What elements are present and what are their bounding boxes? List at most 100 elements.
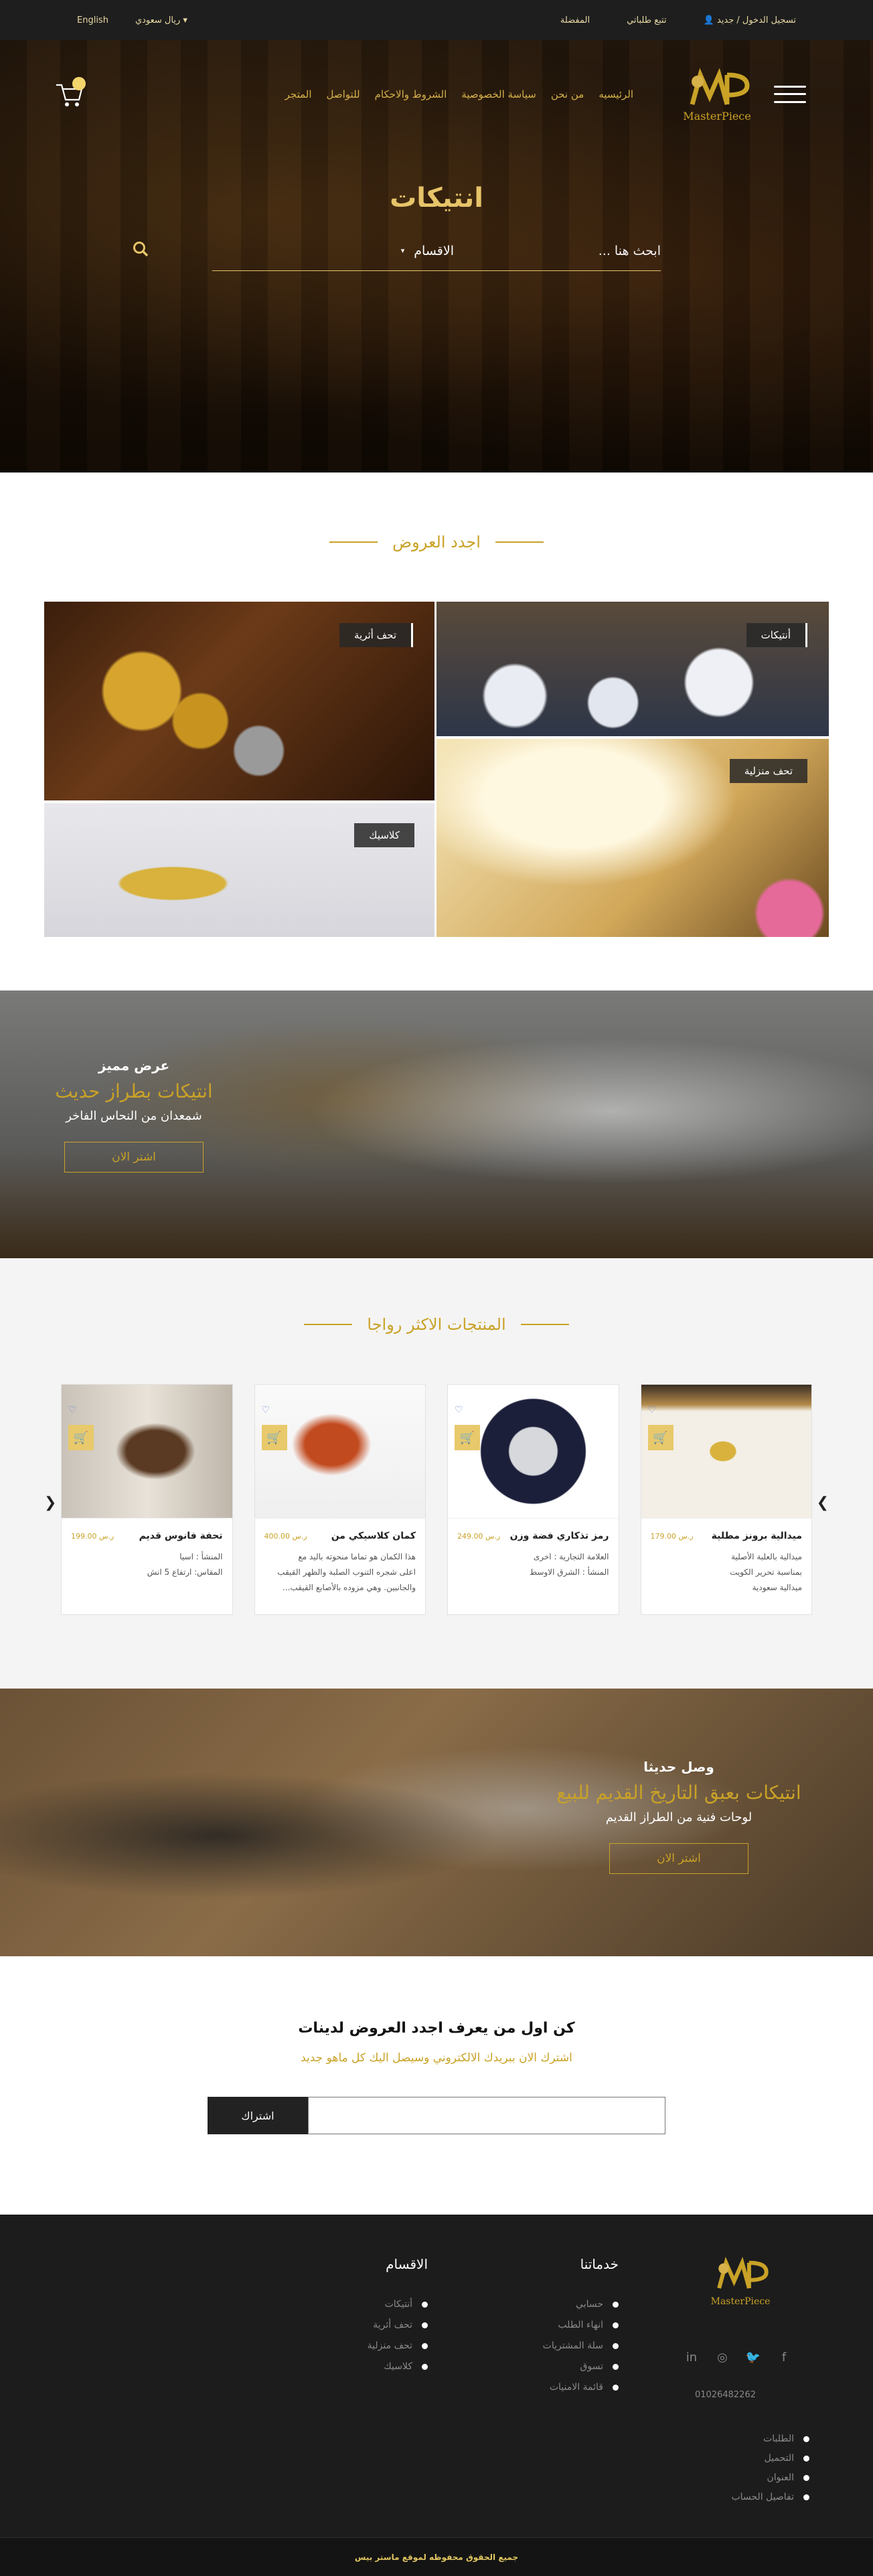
offer-tile-label: أنتيكات: [746, 623, 807, 647]
footer-link[interactable]: أنتيكات: [281, 2299, 428, 2310]
footer-link[interactable]: كلاسيك: [281, 2361, 428, 2372]
currency-select[interactable]: ريال سعودي ▾: [135, 15, 187, 25]
footer-link[interactable]: تسوق: [471, 2361, 619, 2372]
banner-title: انتيكات بعبق التاريخ القديم للبيع: [556, 1782, 801, 1804]
categories-column: الاقسام أنتيكات تحف أثرية تحف منزلية كلا…: [281, 2256, 428, 2382]
product-desc-line: هذا الكمان هو تماما منحوته باليد مع: [298, 1552, 416, 1561]
footer-phone[interactable]: 01026482262: [695, 2390, 756, 2400]
product-image[interactable]: ♡ 🛒: [254, 1385, 425, 1519]
menu-item-about[interactable]: من نحن: [551, 88, 584, 100]
logo-mark-icon: [690, 68, 750, 105]
footer-link[interactable]: انهاء الطلب: [471, 2320, 619, 2330]
add-to-cart-button[interactable]: 🛒: [68, 1425, 94, 1450]
footer-link[interactable]: التحميل: [731, 2453, 809, 2464]
heart-icon[interactable]: ♡: [648, 1405, 657, 1415]
social-links: in ◎ 🐦 f: [683, 2348, 793, 2366]
add-to-cart-button[interactable]: 🛒: [455, 1425, 480, 1450]
product-desc-line: ميدالية سعودية: [752, 1582, 802, 1592]
newsletter-subtext: اشترك الان ببريدك الالكتروني وسيصل اليك …: [301, 2051, 572, 2065]
menu-item-terms[interactable]: الشروط والاحكام: [375, 88, 447, 100]
product-name[interactable]: كمان كلاسيكي من: [331, 1531, 416, 1541]
add-to-cart-button[interactable]: 🛒: [261, 1425, 287, 1450]
product-card[interactable]: ♡ 🛒 ميدالية برونز مطلية ر.س 179.00 ميدالي…: [640, 1384, 812, 1615]
featured-banner: عرض مميز انتيكات بطراز حديث شمعدان من ال…: [0, 991, 873, 1258]
footer-link[interactable]: تحف منزلية: [281, 2340, 428, 2351]
offers-section: اجدد العروض تحف أثرية كلاسيك أنتيكات تحف…: [0, 473, 873, 991]
offer-tile-home-decor[interactable]: تحف منزلية: [436, 739, 829, 937]
search-icon[interactable]: [132, 240, 149, 261]
subscribe-button[interactable]: اشتراك: [208, 2097, 308, 2134]
top-bar: English ريال سعودي ▾ المفضلة تتبع طلباتي…: [0, 0, 873, 40]
email-field[interactable]: [308, 2097, 665, 2134]
add-to-cart-button[interactable]: 🛒: [647, 1425, 673, 1450]
menu-item-store[interactable]: المتجر: [285, 88, 312, 100]
instagram-icon[interactable]: ◎: [714, 2348, 731, 2366]
footer-link[interactable]: تفاصيل الحساب: [731, 2492, 809, 2502]
buy-now-button[interactable]: اشتر الان: [64, 1142, 204, 1173]
product-name[interactable]: ميدالية برونز مطلية: [712, 1531, 802, 1541]
heart-icon[interactable]: ♡: [455, 1405, 463, 1415]
chevron-left-icon[interactable]: ❮: [44, 1494, 56, 1511]
cart-button[interactable]: [54, 76, 86, 109]
offer-tile-antiques[interactable]: أنتيكات: [436, 602, 829, 736]
footer-link[interactable]: سلة المشتريات: [471, 2340, 619, 2351]
login-label: تسجيل الدخول / جديد: [716, 15, 796, 25]
twitter-icon[interactable]: 🐦: [744, 2348, 762, 2366]
brand-logo[interactable]: MasterPiece: [680, 66, 754, 122]
products-title-text: المنتجات الاكثر رواجا: [367, 1315, 506, 1334]
footer-link[interactable]: حسابي: [471, 2299, 619, 2310]
category-label: الاقسام: [414, 243, 454, 258]
product-image[interactable]: ♡ 🛒: [641, 1385, 811, 1519]
hero-section: MasterPiece الرئيسيه من نحن سياسة الخصوص…: [0, 40, 873, 473]
services-title: خدماتنا: [580, 2256, 619, 2272]
primary-menu: الرئيسيه من نحن سياسة الخصوصية الشروط وا…: [285, 88, 633, 100]
product-name[interactable]: رمز تذكاري فضة وزن: [510, 1531, 609, 1541]
hero-title: انتيكات: [390, 183, 483, 213]
product-price: ر.س 249.00: [457, 1532, 501, 1541]
offer-tile-classic[interactable]: كلاسيك: [44, 803, 434, 937]
banner-subtitle: لوحات فنية من الطراز القديم: [605, 1810, 752, 1824]
footer-link[interactable]: العنوان: [731, 2472, 809, 2483]
product-card[interactable]: ♡ 🛒 كمان كلاسيكي من ر.س 400.00 هذا الكمان…: [254, 1384, 426, 1615]
product-card[interactable]: ♡ 🛒 تحفة فانوس قديم ر.س 199.00 المنشأ : ا…: [61, 1384, 233, 1615]
product-card[interactable]: ♡ 🛒 رمز تذكاري فضة وزن ر.س 249.00 العلامة…: [447, 1384, 619, 1615]
favorites-link[interactable]: المفضلة: [560, 15, 590, 25]
language-switch[interactable]: English: [77, 15, 108, 25]
product-desc-line: ميدالية بالعلبة الأصلية: [731, 1552, 802, 1561]
banner-kicker: وصل حديثا: [643, 1759, 714, 1775]
menu-item-home[interactable]: الرئيسيه: [599, 88, 633, 100]
site-footer: MasterPiece in ◎ 🐦 f 01026482262 الطلبات…: [0, 2215, 873, 2576]
menu-icon[interactable]: [774, 82, 806, 106]
footer-link[interactable]: الطلبات: [731, 2433, 809, 2444]
currency-label: ريال سعودي: [135, 15, 181, 25]
chevron-right-icon[interactable]: ❯: [817, 1494, 829, 1511]
category-dropdown[interactable]: الاقسام ▾: [401, 244, 454, 258]
offer-tile-antique-artifacts[interactable]: تحف أثرية: [44, 602, 434, 800]
popular-products-section: المنتجات الاكثر رواجا ❮ ❯ ♡ 🛒 تحفة فانوس…: [0, 1258, 873, 1689]
cart-count-badge: [72, 76, 86, 90]
product-name[interactable]: تحفة فانوس قديم: [139, 1531, 223, 1541]
footer-logo[interactable]: MasterPiece: [708, 2255, 773, 2307]
track-orders-link[interactable]: تتبع طلباتي: [627, 15, 667, 25]
footer-link[interactable]: تحف أثرية: [281, 2320, 428, 2330]
linkedin-icon[interactable]: in: [683, 2348, 700, 2366]
product-desc-line: المنشأ : الشرق الاوسط: [530, 1567, 609, 1577]
buy-now-button[interactable]: اشتر الان: [609, 1843, 748, 1874]
new-arrivals-banner: وصل حديثا انتيكات بعبق التاريخ القديم لل…: [0, 1689, 873, 1956]
brand-name: MasterPiece: [683, 110, 751, 122]
login-link[interactable]: 👤 تسجيل الدخول / جديد: [704, 15, 796, 25]
heart-icon[interactable]: ♡: [262, 1405, 270, 1415]
menu-item-privacy[interactable]: سياسة الخصوصية: [461, 88, 536, 100]
offer-tile-label: تحف أثرية: [339, 623, 413, 647]
heart-icon[interactable]: ♡: [68, 1405, 77, 1415]
product-image[interactable]: ♡ 🛒: [62, 1385, 232, 1519]
services-column: خدماتنا حسابي انهاء الطلب سلة المشتريات …: [471, 2256, 619, 2403]
banner-kicker: عرض مميز: [98, 1057, 170, 1074]
product-image[interactable]: ♡ 🛒: [448, 1385, 619, 1519]
newsletter-heading: كن اول من يعرف اجدد العروض لدينات: [298, 2020, 575, 2037]
newsletter-section: كن اول من يعرف اجدد العروض لدينات اشترك …: [0, 1956, 873, 2215]
search-input[interactable]: ابحث هنا ...: [599, 244, 661, 258]
footer-link[interactable]: قائمة الامنيات: [471, 2382, 619, 2393]
facebook-icon[interactable]: f: [775, 2348, 793, 2366]
menu-item-contact[interactable]: للتواصل: [327, 88, 360, 100]
